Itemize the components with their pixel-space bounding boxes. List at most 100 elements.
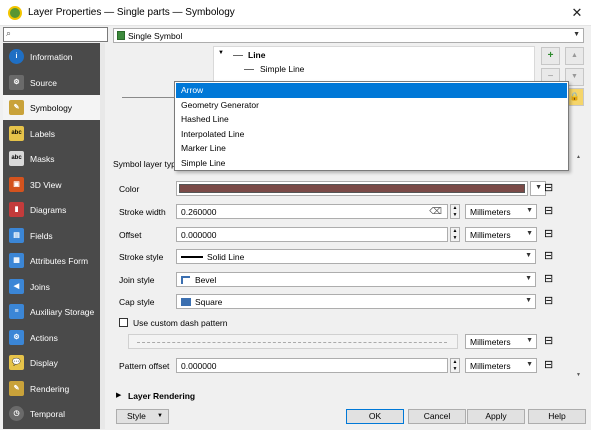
help-button[interactable]: Help (528, 409, 586, 424)
dropdown-item-geometry-generator[interactable]: Geometry Generator (176, 98, 567, 113)
data-defined-override-icon[interactable]: ⊟ (544, 249, 553, 262)
tree-item-label: Simple Line (260, 64, 305, 74)
sidebar-item-temporal[interactable]: ◷ Temporal (3, 401, 100, 426)
ok-button[interactable]: OK (346, 409, 404, 424)
stroke-width-unit-select[interactable]: Millimeters ▼ (465, 204, 537, 219)
sidebar-item-fields[interactable]: ▤ Fields (3, 223, 100, 248)
stroke-width-label: Stroke width (119, 207, 166, 217)
expand-icon[interactable]: ▶ (116, 391, 121, 399)
pattern-offset-unit-select[interactable]: Millimeters ▼ (465, 358, 537, 373)
data-defined-override-icon[interactable]: ⊟ (544, 334, 553, 347)
tree-item-label: Line (248, 50, 266, 60)
sidebar-item-source[interactable]: ⚙ Source (3, 70, 100, 95)
unit-value: Millimeters (470, 337, 511, 347)
apply-button[interactable]: Apply (467, 409, 525, 424)
color-label: Color (119, 184, 140, 194)
pattern-offset-input[interactable]: 0.000000 (176, 358, 448, 373)
sidebar-item-label: Auxiliary Storage (30, 307, 95, 317)
sidebar-item-label: Actions (30, 333, 58, 343)
close-icon[interactable]: ✕ (568, 4, 586, 22)
sidebar-item-masks[interactable]: abc Masks (3, 146, 100, 171)
renderer-select[interactable]: Single Symbol ▼ (113, 28, 584, 43)
symbology-icon: ✎ (9, 100, 24, 115)
chevron-down-icon: ▼ (535, 184, 542, 191)
rendering-icon: ✎ (9, 381, 24, 396)
search-icon: ⌕ (6, 28, 12, 38)
dropdown-item-interpolated-line[interactable]: Interpolated Line (176, 127, 567, 142)
data-defined-override-icon[interactable]: ⊟ (544, 272, 553, 285)
scroll-up-icon[interactable]: ▲ (576, 154, 581, 160)
sidebar-item-joins[interactable]: ◀ Joins (3, 274, 100, 299)
sidebar-item-labels[interactable]: abc Labels (3, 121, 100, 146)
tree-item-simple-line[interactable]: Simple Line (244, 64, 444, 76)
sidebar-item-actions[interactable]: ⚙ Actions (3, 325, 100, 350)
cancel-button[interactable]: Cancel (408, 409, 466, 424)
pattern-offset-spinner[interactable]: ▲ ▼ (450, 358, 460, 373)
stroke-width-spinner[interactable]: ▲ ▼ (450, 204, 460, 219)
stroke-style-select[interactable]: Solid Line ▼ (176, 249, 536, 264)
renderer-select-value: Single Symbol (128, 31, 183, 41)
dash-unit-select[interactable]: Millimeters ▼ (465, 334, 537, 349)
scroll-down-icon[interactable]: ▼ (576, 372, 581, 378)
data-defined-override-icon[interactable]: ⊟ (544, 294, 553, 307)
source-icon: ⚙ (9, 75, 24, 90)
sidebar-item-auxiliary-storage[interactable]: ≡ Auxiliary Storage (3, 299, 100, 324)
custom-dash-label: Use custom dash pattern (133, 318, 228, 328)
bevel-join-icon (181, 276, 190, 284)
stroke-width-input[interactable]: 0.260000 ⌫ (176, 204, 448, 219)
diagrams-icon: ▮ (9, 202, 24, 217)
sidebar-item-label: Joins (30, 282, 50, 292)
style-button[interactable]: Style ▼ (116, 409, 169, 424)
sidebar-item-label: Diagrams (30, 205, 67, 215)
offset-input[interactable]: 0.000000 (176, 227, 448, 242)
sidebar-item-rendering[interactable]: ✎ Rendering (3, 376, 100, 401)
data-defined-override-icon[interactable]: ⊟ (544, 358, 553, 371)
masks-icon: abc (9, 151, 24, 166)
dash-pattern-button[interactable] (128, 334, 458, 349)
sidebar-item-3d-view[interactable]: ▣ 3D View (3, 172, 100, 197)
display-icon: 💬 (9, 355, 24, 370)
chevron-down-icon: ▼ (157, 413, 163, 419)
sidebar-item-display[interactable]: 💬 Display (3, 350, 100, 375)
sidebar-item-label: Masks (30, 154, 55, 164)
symbol-layer-type-label: Symbol layer type (113, 159, 181, 169)
sidebar-item-attributes-form[interactable]: ▦ Attributes Form (3, 248, 100, 273)
data-defined-override-icon[interactable]: ⊟ (544, 181, 553, 194)
offset-label: Offset (119, 230, 142, 240)
form-scrollbar[interactable]: ▲ ▼ (575, 152, 584, 382)
layer-rendering-toggle[interactable]: Layer Rendering (128, 391, 195, 401)
temporal-icon: ◷ (9, 406, 24, 421)
sidebar-item-symbology[interactable]: ✎ Symbology (3, 95, 100, 120)
sidebar-item-diagrams[interactable]: ▮ Diagrams (3, 197, 100, 222)
tree-expand-icon: ▼ (218, 50, 224, 56)
chevron-down-icon: ▼ (526, 361, 533, 368)
labels-icon: abc (9, 126, 24, 141)
color-button[interactable] (176, 181, 528, 196)
add-layer-icon[interactable]: + (541, 47, 560, 65)
dropdown-item-simple-line[interactable]: Simple Line (176, 156, 567, 171)
sidebar-item-information[interactable]: i Information (3, 44, 100, 69)
information-icon: i (9, 49, 24, 64)
sidebar-search-input[interactable]: ⌕ (3, 27, 108, 42)
stroke-style-label: Stroke style (119, 252, 164, 262)
tree-item-line[interactable]: ▼ Line (218, 50, 418, 62)
dropdown-item-marker-line[interactable]: Marker Line (176, 141, 567, 156)
offset-unit-select[interactable]: Millimeters ▼ (465, 227, 537, 242)
solid-line-icon (181, 256, 203, 258)
offset-spinner[interactable]: ▲ ▼ (450, 227, 460, 242)
unit-value: Millimeters (470, 361, 511, 371)
clear-icon[interactable]: ⌫ (429, 206, 442, 217)
dropdown-item-hashed-line[interactable]: Hashed Line (176, 112, 567, 127)
data-defined-override-icon[interactable]: ⊟ (544, 227, 553, 240)
dropdown-item-arrow[interactable]: Arrow (176, 83, 567, 98)
line-symbol-icon (233, 55, 243, 56)
join-style-select[interactable]: Bevel ▼ (176, 272, 536, 287)
move-up-icon[interactable]: ▲ (565, 47, 584, 65)
sidebar-item-label: Symbology (30, 103, 73, 113)
cap-style-select[interactable]: Square ▼ (176, 294, 536, 309)
sidebar-splitter[interactable] (100, 43, 105, 429)
custom-dash-checkbox[interactable] (119, 318, 128, 327)
stroke-style-value: Solid Line (207, 252, 245, 262)
data-defined-override-icon[interactable]: ⊟ (544, 204, 553, 217)
cap-style-label: Cap style (119, 297, 155, 307)
